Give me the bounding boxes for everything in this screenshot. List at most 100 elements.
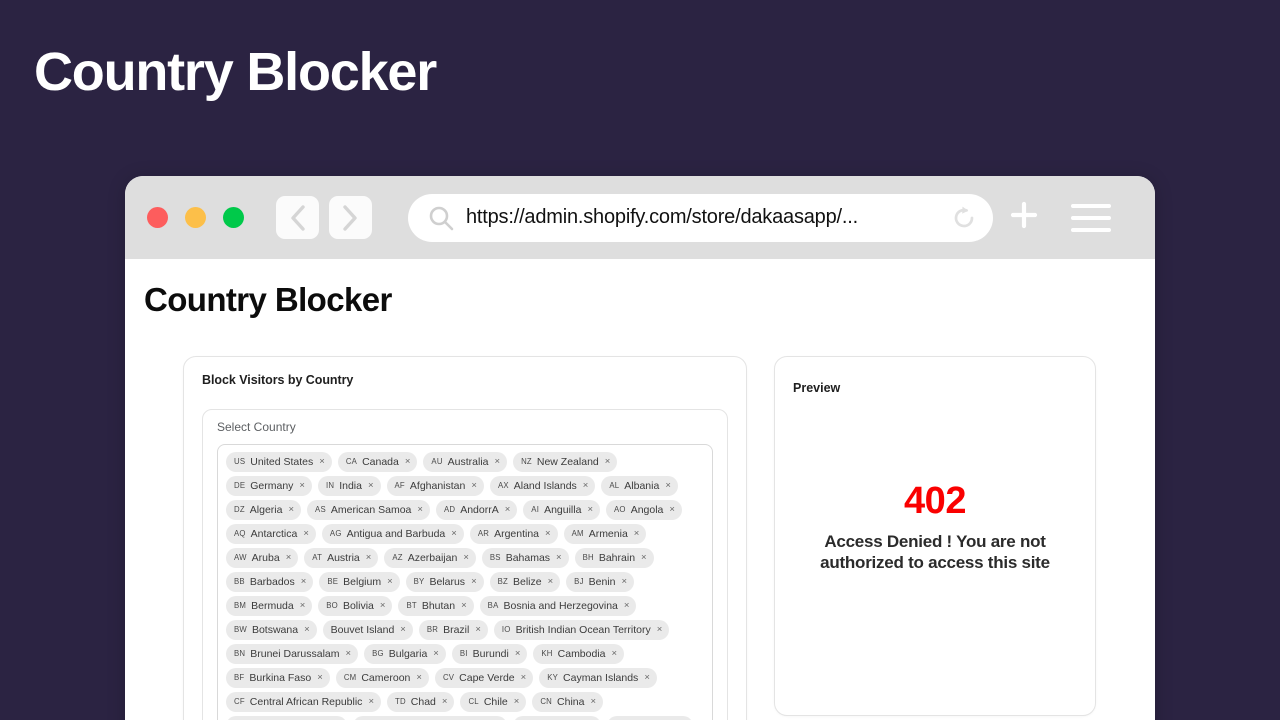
maximize-window-button[interactable] [223,207,244,228]
country-tag[interactable]: ao Angola × [606,500,682,520]
remove-country-icon[interactable]: × [286,550,292,566]
remove-country-icon[interactable]: × [366,550,372,566]
remove-country-icon[interactable]: × [288,502,294,518]
country-tag[interactable]: au Australia × [423,452,508,472]
country-tag[interactable]: ba Bosnia and Herzegovina × [479,596,637,616]
country-tag[interactable]: td Chad × [387,692,455,712]
remove-country-icon[interactable]: × [451,526,457,542]
country-tag[interactable]: ag Antigua and Barbuda × [321,524,464,544]
remove-country-icon[interactable]: × [304,622,310,638]
country-tag[interactable]: bs Bahamas × [481,548,569,568]
minimize-window-button[interactable] [185,207,206,228]
country-tag[interactable]: ai Anguilla × [523,500,601,520]
remove-country-icon[interactable]: × [622,574,628,590]
country-tag[interactable]: kh Cambodia × [533,644,625,664]
menu-button[interactable] [1071,203,1111,232]
remove-country-icon[interactable]: × [587,502,593,518]
country-tag[interactable]: bh Bahrain × [574,548,654,568]
country-tag[interactable]: ccCocos (Keeling) Islands× [353,716,508,720]
country-tag[interactable]: bt Bhutan × [398,596,474,616]
country-tag[interactable]: am Armenia × [563,524,647,544]
country-tag[interactable]: af Afghanistan × [386,476,484,496]
country-tag[interactable]: bw Botswana × [226,620,317,640]
remove-country-icon[interactable]: × [405,454,411,470]
country-tag[interactable]: cn China × [532,692,604,712]
country-tag[interactable]: coColombia× [513,716,602,720]
country-tag[interactable]: as American Samoa × [307,500,430,520]
country-tag[interactable]: cf Central African Republic × [226,692,381,712]
remove-country-icon[interactable]: × [669,502,675,518]
remove-country-icon[interactable]: × [641,550,647,566]
country-tag[interactable]: io British Indian Ocean Territory × [493,620,670,640]
close-window-button[interactable] [147,207,168,228]
remove-country-icon[interactable]: × [461,598,467,614]
remove-country-icon[interactable]: × [644,670,650,686]
remove-country-icon[interactable]: × [400,622,406,638]
remove-country-icon[interactable]: × [515,646,521,662]
country-tag[interactable]: by Belarus × [405,572,484,592]
remove-country-icon[interactable]: × [346,646,352,662]
forward-button[interactable] [329,196,372,239]
country-tag[interactable]: in India × [317,476,381,496]
remove-country-icon[interactable]: × [514,694,520,710]
remove-country-icon[interactable]: × [303,526,309,542]
country-tag[interactable]: cm Cameroon × [335,668,429,688]
remove-country-icon[interactable]: × [605,454,611,470]
country-tag[interactable]: bi Burundi × [451,644,528,664]
country-tag[interactable]: cl Chile × [460,692,527,712]
country-tag[interactable]: bn Brunei Darussalam × [226,644,359,664]
country-tag[interactable]: aq Antarctica × [226,524,316,544]
country-tag[interactable]: Bouvet Island × [322,620,413,640]
remove-country-icon[interactable]: × [300,598,306,614]
remove-country-icon[interactable]: × [583,478,589,494]
reload-icon[interactable] [949,203,979,233]
country-tag[interactable]: bb Barbados × [226,572,314,592]
remove-country-icon[interactable]: × [417,502,423,518]
country-tag[interactable]: bo Bolivia × [318,596,393,616]
country-tag[interactable]: cxChristmas Island× [226,716,347,720]
remove-country-icon[interactable]: × [368,694,374,710]
country-tag[interactable]: de Germany × [226,476,312,496]
country-tag[interactable]: ca Canada × [337,452,418,472]
new-tab-button[interactable] [1007,201,1041,235]
remove-country-icon[interactable]: × [317,670,323,686]
remove-country-icon[interactable]: × [380,598,386,614]
remove-country-icon[interactable]: × [463,550,469,566]
remove-country-icon[interactable]: × [475,622,481,638]
country-tag[interactable]: bm Bermuda × [226,596,313,616]
remove-country-icon[interactable]: × [548,574,554,590]
country-tag[interactable]: bg Bulgaria × [364,644,446,664]
remove-country-icon[interactable]: × [521,670,527,686]
country-tag[interactable]: bf Burkina Faso × [226,668,330,688]
country-tag[interactable]: cv Cape Verde × [434,668,534,688]
country-tag[interactable]: dz Algeria × [226,500,302,520]
remove-country-icon[interactable]: × [368,478,374,494]
remove-country-icon[interactable]: × [471,574,477,590]
remove-country-icon[interactable]: × [634,526,640,542]
remove-country-icon[interactable]: × [545,526,551,542]
remove-country-icon[interactable]: × [416,670,422,686]
remove-country-icon[interactable]: × [471,478,477,494]
country-tag[interactable]: bz Belize × [489,572,561,592]
back-button[interactable] [276,196,319,239]
country-tag[interactable]: bj Benin × [566,572,635,592]
country-tag[interactable]: aw Aruba × [226,548,299,568]
country-tag[interactable]: ky Cayman Islands × [539,668,657,688]
country-multiselect-field[interactable]: us United States × ca Canada × au Australia × nz N… [217,444,713,720]
remove-country-icon[interactable]: × [387,574,393,590]
country-tag[interactable]: ax Aland Islands × [489,476,596,496]
remove-country-icon[interactable]: × [556,550,562,566]
remove-country-icon[interactable]: × [433,646,439,662]
address-bar[interactable]: https://admin.shopify.com/store/dakaasap… [408,193,993,242]
remove-country-icon[interactable]: × [665,478,671,494]
country-tag[interactable]: az Azerbaijan × [384,548,476,568]
country-tag[interactable]: ar Argentina × [469,524,558,544]
remove-country-icon[interactable]: × [624,598,630,614]
remove-country-icon[interactable]: × [301,574,307,590]
country-tag[interactable]: at Austria × [304,548,379,568]
country-tag[interactable]: ad AndorrA × [435,500,518,520]
url-text[interactable]: https://admin.shopify.com/store/dakaasap… [466,206,937,229]
country-tag[interactable]: nz New Zealand × [513,452,618,472]
remove-country-icon[interactable]: × [442,694,448,710]
remove-country-icon[interactable]: × [299,478,305,494]
